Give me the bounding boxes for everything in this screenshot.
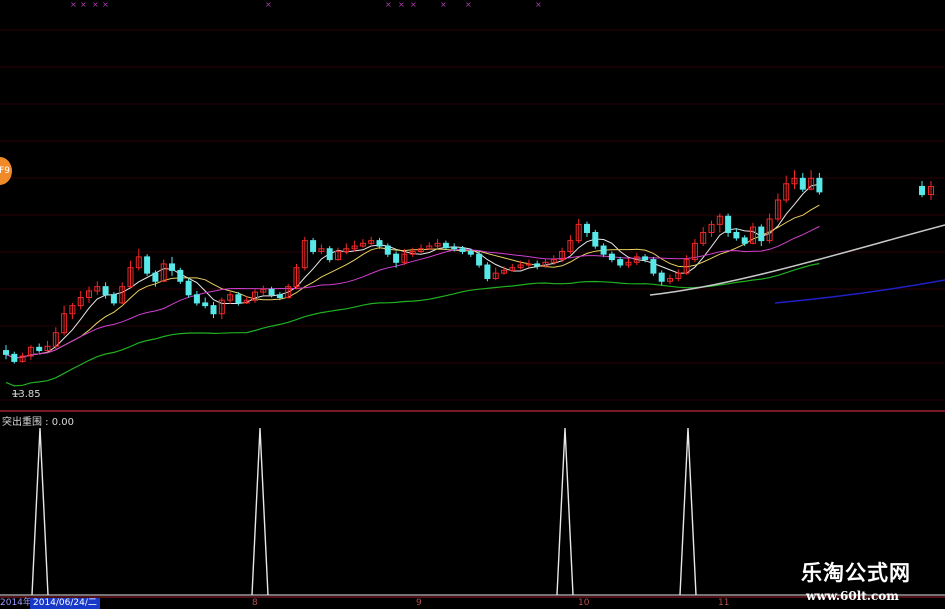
signal-spike <box>679 427 697 596</box>
candle-body <box>459 248 466 252</box>
candle-body <box>384 245 391 255</box>
top-marker: × <box>265 0 272 9</box>
candle-body <box>393 253 400 263</box>
candle-body <box>733 232 740 239</box>
candle-body <box>741 237 748 244</box>
top-marker: × <box>92 0 99 9</box>
candle-body <box>758 226 765 242</box>
candle-body <box>584 223 590 233</box>
chart-canvas[interactable]: × × × × × × × × × × × <box>0 0 945 609</box>
top-marker: × <box>80 0 87 9</box>
candle-body <box>144 256 151 274</box>
candle-body <box>476 253 483 266</box>
signal-spike <box>556 427 574 596</box>
candle-body <box>534 263 541 267</box>
candle-body <box>36 346 43 352</box>
candle-body <box>202 302 209 307</box>
candle-body <box>210 305 217 315</box>
candle-body <box>608 253 615 261</box>
candle-body <box>110 294 117 304</box>
candle-body <box>276 294 283 298</box>
top-marker: × <box>102 0 109 9</box>
candle-body <box>376 240 383 247</box>
indicator-label: 突出重围 : 0.00 <box>2 417 74 428</box>
candle-body <box>592 232 599 247</box>
candle-body <box>310 240 317 252</box>
top-marker: × <box>440 0 447 9</box>
candle-body <box>816 177 823 193</box>
top-marker: × <box>398 0 405 9</box>
candle-body <box>467 250 474 255</box>
candle-body <box>235 294 242 304</box>
top-marker: × <box>70 0 77 9</box>
candle-body <box>451 247 458 250</box>
top-marker: × <box>535 0 542 9</box>
month-tick: 10 <box>578 598 590 608</box>
signal-spike <box>31 427 49 596</box>
candle-body <box>177 269 184 282</box>
candle-body <box>102 286 109 296</box>
candle-body <box>326 248 333 261</box>
top-marker: × <box>385 0 392 9</box>
top-marker: × <box>465 0 472 9</box>
watermark-url: www.60lt.com <box>806 589 899 603</box>
watermark-title: 乐淘公式网 <box>801 560 911 585</box>
candle-body <box>11 353 18 362</box>
candle-body <box>484 264 491 280</box>
signal-spike <box>251 427 269 596</box>
month-tick: 8 <box>252 598 258 608</box>
candle-body <box>642 256 649 261</box>
candle-body <box>185 280 192 296</box>
top-marker: × <box>410 0 417 9</box>
month-tick: 9 <box>416 598 422 608</box>
candle-body <box>3 350 9 355</box>
low-price-label: 13.85 <box>12 389 41 400</box>
candle-body <box>799 177 806 190</box>
candle-body <box>725 215 732 233</box>
candle-body <box>658 272 665 282</box>
candle-body <box>617 259 624 266</box>
candle-body <box>919 185 925 196</box>
candle-body <box>650 259 657 274</box>
candle-body <box>442 242 449 249</box>
candle-body <box>268 288 275 296</box>
candle-body <box>193 294 200 304</box>
selected-date-box: 2014/06/24/二 <box>30 598 100 609</box>
ma250-line <box>774 279 945 304</box>
year-label: 2014年 <box>0 598 32 608</box>
candle-body <box>152 272 159 282</box>
candle-body <box>169 263 175 271</box>
month-tick: 11 <box>718 598 730 608</box>
candle-body <box>600 245 607 255</box>
